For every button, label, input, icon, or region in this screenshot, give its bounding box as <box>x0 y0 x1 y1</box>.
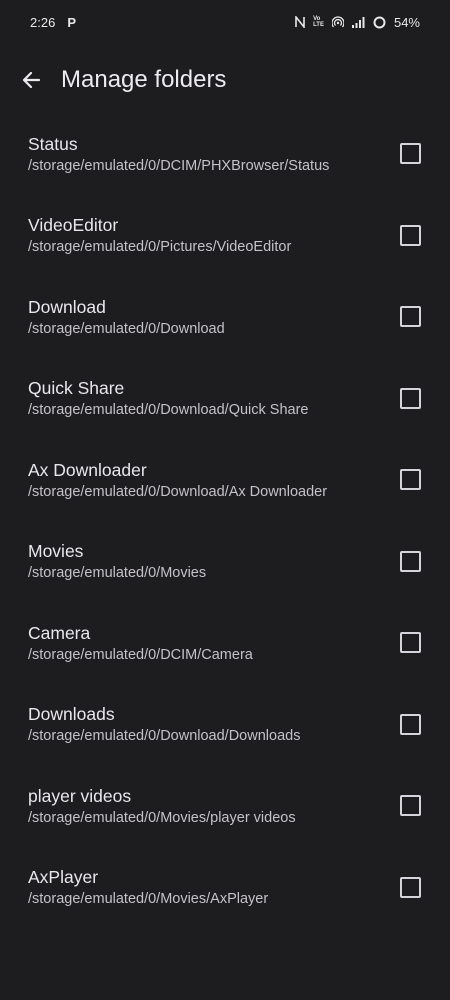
folder-path: /storage/emulated/0/Download/Downloads <box>28 728 301 745</box>
folder-path: /storage/emulated/0/Movies/player videos <box>28 809 296 826</box>
battery-percent: 54% <box>393 14 420 30</box>
folder-path: /storage/emulated/0/DCIM/PHXBrowser/Stat… <box>28 157 330 174</box>
signal-icon <box>351 16 365 28</box>
folder-checkbox[interactable] <box>400 876 421 898</box>
folder-name: Camera <box>28 622 91 643</box>
folder-path: /storage/emulated/0/Movies <box>28 565 207 582</box>
folder-row[interactable]: VideoEditor/storage/emulated/0/Pictures/… <box>0 195 450 277</box>
folder-name: Downloads <box>28 704 115 725</box>
hotspot-icon <box>331 16 344 28</box>
lte-label: LTE <box>313 22 324 28</box>
folder-path: /storage/emulated/0/Movies/AxPlayer <box>28 891 269 908</box>
folder-checkbox[interactable] <box>400 387 421 409</box>
folder-text: AxPlayer/storage/emulated/0/Movies/AxPla… <box>28 867 268 907</box>
folder-checkbox[interactable] <box>400 795 421 817</box>
folder-row[interactable]: Camera/storage/emulated/0/DCIM/Camera <box>0 602 450 684</box>
folder-name: Status <box>28 133 78 154</box>
folder-text: Camera/storage/emulated/0/DCIM/Camera <box>28 623 253 663</box>
folder-row[interactable]: Download/storage/emulated/0/Download <box>0 276 450 358</box>
status-bar-right: Vo LTE 54% <box>295 15 420 30</box>
folder-text: Status/storage/emulated/0/DCIM/PHXBrowse… <box>28 134 329 174</box>
folder-name: VideoEditor <box>28 215 119 236</box>
folder-name: Quick Share <box>28 378 125 399</box>
folder-checkbox[interactable] <box>400 143 421 165</box>
folder-row[interactable]: Movies/storage/emulated/0/Movies <box>0 521 450 603</box>
folder-path: /storage/emulated/0/Download <box>28 320 225 337</box>
folder-name: AxPlayer <box>28 867 99 888</box>
folder-row[interactable]: Quick Share/storage/emulated/0/Download/… <box>0 358 450 440</box>
app-notification-icon: P <box>67 14 76 30</box>
page-title: Manage folders <box>61 66 227 93</box>
status-bar-left: 2:26 P <box>30 15 76 30</box>
status-bar: 2:26 P Vo LTE 54% <box>0 0 450 44</box>
folder-path: /storage/emulated/0/Download/Ax Download… <box>28 483 328 500</box>
nfc-icon <box>295 16 305 28</box>
battery-ring-icon <box>373 16 386 29</box>
folder-row[interactable]: Status/storage/emulated/0/DCIM/PHXBrowse… <box>0 113 450 195</box>
folder-text: Ax Downloader/storage/emulated/0/Downloa… <box>28 460 327 500</box>
folder-text: Movies/storage/emulated/0/Movies <box>28 541 206 581</box>
folder-checkbox[interactable] <box>400 306 421 328</box>
folder-text: player videos/storage/emulated/0/Movies/… <box>28 786 296 826</box>
folder-list: Status/storage/emulated/0/DCIM/PHXBrowse… <box>0 113 450 928</box>
status-time: 2:26 <box>30 14 56 30</box>
folder-row[interactable]: Ax Downloader/storage/emulated/0/Downloa… <box>0 439 450 521</box>
folder-checkbox[interactable] <box>400 469 421 491</box>
folder-text: Downloads/storage/emulated/0/Download/Do… <box>28 704 300 744</box>
folder-path: /storage/emulated/0/Pictures/VideoEditor <box>28 239 292 256</box>
folder-name: Movies <box>28 541 84 562</box>
folder-checkbox[interactable] <box>400 224 421 246</box>
folder-name: Ax Downloader <box>28 459 147 480</box>
back-button[interactable] <box>3 52 59 108</box>
volte-badge: Vo LTE <box>313 16 324 28</box>
folder-row[interactable]: Downloads/storage/emulated/0/Download/Do… <box>0 684 450 766</box>
folder-checkbox[interactable] <box>400 632 421 654</box>
folder-path: /storage/emulated/0/Download/Quick Share <box>28 402 309 419</box>
folder-text: VideoEditor/storage/emulated/0/Pictures/… <box>28 215 291 255</box>
folder-name: player videos <box>28 785 132 806</box>
folder-checkbox[interactable] <box>400 713 421 735</box>
folder-row[interactable]: AxPlayer/storage/emulated/0/Movies/AxPla… <box>0 847 450 929</box>
folder-text: Quick Share/storage/emulated/0/Download/… <box>28 378 309 418</box>
folder-checkbox[interactable] <box>400 550 421 572</box>
folder-path: /storage/emulated/0/DCIM/Camera <box>28 646 253 663</box>
folder-row[interactable]: player videos/storage/emulated/0/Movies/… <box>0 765 450 847</box>
folder-name: Download <box>28 296 106 317</box>
app-bar: Manage folders <box>0 52 450 108</box>
arrow-back-icon <box>22 71 41 89</box>
folder-text: Download/storage/emulated/0/Download <box>28 297 225 337</box>
